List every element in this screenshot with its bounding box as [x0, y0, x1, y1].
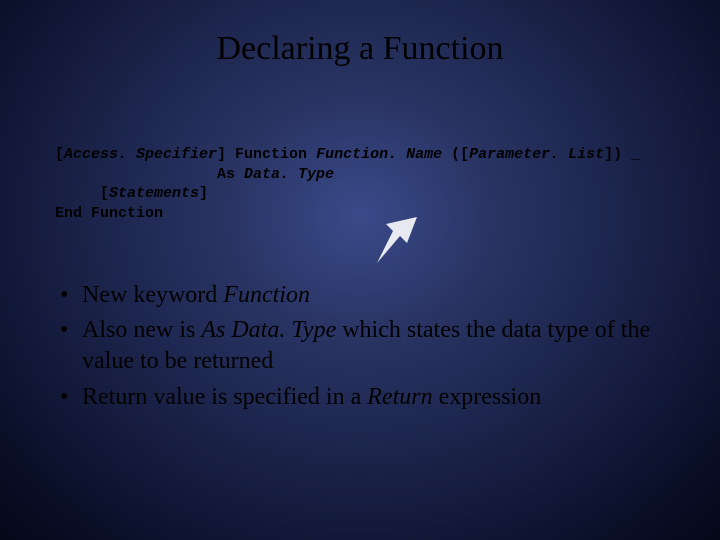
bullet-text: Also new is: [82, 317, 201, 343]
arrow-icon: [375, 215, 425, 265]
bullet-item-2: Also new is As Data. Type which states t…: [58, 315, 670, 377]
bullet-emphasis-function: Function: [223, 282, 310, 308]
code-placeholder-function-name: Function. Name: [316, 146, 442, 163]
code-text: ]: [199, 185, 208, 202]
bullet-emphasis-as-datatype: As Data. Type: [201, 317, 336, 343]
bullet-text: New keyword: [82, 282, 223, 308]
code-syntax-block: [Access. Specifier] Function Function. N…: [55, 145, 680, 223]
code-text: ([: [442, 146, 469, 163]
bullet-text: Return value is specified in a: [82, 384, 367, 410]
code-line-2: As Data. Type: [55, 166, 334, 183]
code-text: As: [55, 166, 244, 183]
code-text: [: [55, 146, 64, 163]
page-title: Declaring a Function: [0, 30, 720, 68]
code-text: ] Function: [217, 146, 316, 163]
code-placeholder-statements: Statements: [109, 185, 199, 202]
code-line-4: End Function: [55, 205, 163, 222]
code-placeholder-access-specifier: Access. Specifier: [64, 146, 217, 163]
code-placeholder-data-type: Data. Type: [244, 166, 334, 183]
code-line-3: [Statements]: [55, 185, 208, 202]
bullet-item-3: Return value is specified in a Return ex…: [58, 382, 670, 413]
bullet-emphasis-return: Return: [367, 384, 432, 410]
slide: Declaring a Function [Access. Specifier]…: [0, 0, 720, 540]
bullet-text: expression: [433, 384, 542, 410]
bullet-item-1: New keyword Function: [58, 280, 670, 311]
code-text: [: [55, 185, 109, 202]
code-text: ]) _: [604, 146, 640, 163]
bullet-list: New keyword Function Also new is As Data…: [58, 280, 670, 417]
code-line-1: [Access. Specifier] Function Function. N…: [55, 146, 640, 163]
code-placeholder-parameter-list: Parameter. List: [469, 146, 604, 163]
